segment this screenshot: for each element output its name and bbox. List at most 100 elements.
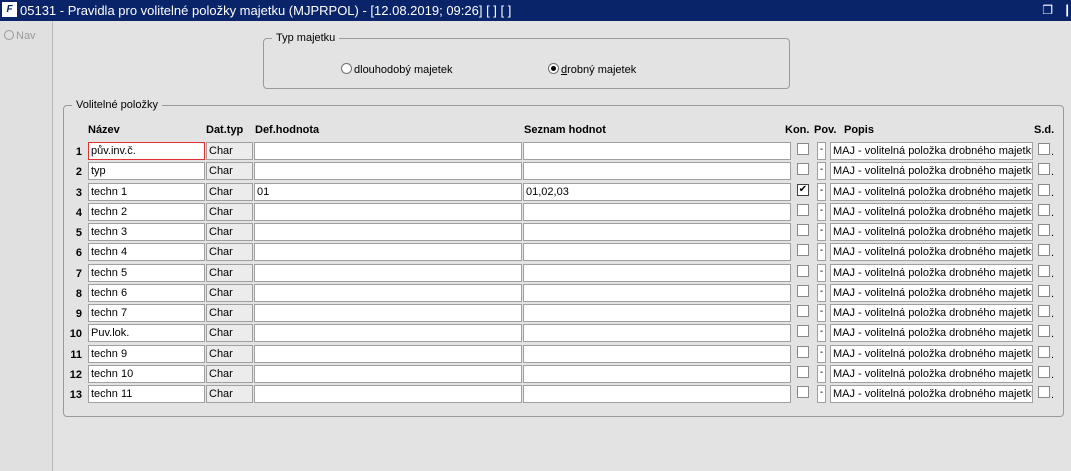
pov-field[interactable]: - — [817, 324, 826, 342]
dattyp-field[interactable]: Char — [206, 243, 253, 261]
sd-checkbox[interactable] — [1038, 325, 1050, 337]
seznam-hodnot-field[interactable] — [523, 142, 791, 160]
defhodnota-field[interactable] — [254, 365, 522, 383]
close-window-icon[interactable]: | — [1065, 2, 1069, 17]
nazev-field[interactable]: Puv.lok. — [88, 324, 205, 342]
defhodnota-field[interactable] — [254, 385, 522, 403]
pov-field[interactable]: - — [817, 345, 826, 363]
pov-field[interactable]: - — [817, 162, 826, 180]
kon-checkbox[interactable] — [797, 143, 809, 155]
kon-checkbox[interactable] — [797, 244, 809, 256]
popis-field[interactable]: MAJ - volitelná položka drobného majetku — [830, 345, 1033, 363]
sd-checkbox[interactable] — [1038, 143, 1050, 155]
dattyp-field[interactable]: Char — [206, 264, 253, 282]
nazev-field[interactable]: techn 1 — [88, 183, 205, 201]
sd-checkbox[interactable] — [1038, 224, 1050, 236]
nazev-field[interactable]: techn 5 — [88, 264, 205, 282]
sd-checkbox[interactable] — [1038, 285, 1050, 297]
kon-checkbox[interactable] — [797, 386, 809, 398]
seznam-hodnot-field[interactable]: 01,02,03 — [523, 183, 791, 201]
dattyp-field[interactable]: Char — [206, 345, 253, 363]
dattyp-field[interactable]: Char — [206, 284, 253, 302]
nazev-field[interactable]: techn 2 — [88, 203, 205, 221]
defhodnota-field[interactable] — [254, 243, 522, 261]
sd-checkbox[interactable] — [1038, 386, 1050, 398]
defhodnota-field[interactable] — [254, 223, 522, 241]
popis-field[interactable]: MAJ - volitelná položka drobného majetku — [830, 243, 1033, 261]
popis-field[interactable]: MAJ - volitelná položka drobného majetku — [830, 203, 1033, 221]
pov-field[interactable]: - — [817, 385, 826, 403]
popis-field[interactable]: MAJ - volitelná položka drobného majetku — [830, 385, 1033, 403]
nazev-field[interactable]: techn 9 — [88, 345, 205, 363]
defhodnota-field[interactable] — [254, 162, 522, 180]
dattyp-field[interactable]: Char — [206, 385, 253, 403]
seznam-hodnot-field[interactable] — [523, 385, 791, 403]
sd-checkbox[interactable] — [1038, 163, 1050, 175]
dattyp-field[interactable]: Char — [206, 223, 253, 241]
defhodnota-field[interactable] — [254, 264, 522, 282]
dattyp-field[interactable]: Char — [206, 142, 253, 160]
defhodnota-field[interactable]: 01 — [254, 183, 522, 201]
popis-field[interactable]: MAJ - volitelná položka drobného majetku — [830, 324, 1033, 342]
seznam-hodnot-field[interactable] — [523, 304, 791, 322]
sd-checkbox[interactable] — [1038, 204, 1050, 216]
pov-field[interactable]: - — [817, 243, 826, 261]
kon-checkbox[interactable] — [797, 346, 809, 358]
popis-field[interactable]: MAJ - volitelná položka drobného majetku — [830, 304, 1033, 322]
defhodnota-field[interactable] — [254, 142, 522, 160]
pov-field[interactable]: - — [817, 365, 826, 383]
sd-checkbox[interactable] — [1038, 346, 1050, 358]
nazev-field[interactable]: pův.inv.č. — [88, 142, 205, 160]
sd-checkbox[interactable] — [1038, 244, 1050, 256]
kon-checkbox[interactable] — [797, 366, 809, 378]
seznam-hodnot-field[interactable] — [523, 203, 791, 221]
seznam-hodnot-field[interactable] — [523, 223, 791, 241]
pov-field[interactable]: - — [817, 284, 826, 302]
nazev-field[interactable]: typ — [88, 162, 205, 180]
dattyp-field[interactable]: Char — [206, 162, 253, 180]
radio-drobny[interactable]: drobný majetek — [548, 63, 636, 76]
pov-field[interactable]: - — [817, 203, 826, 221]
kon-checkbox[interactable] — [797, 305, 809, 317]
defhodnota-field[interactable] — [254, 345, 522, 363]
restore-window-icon[interactable]: ❐ — [1042, 3, 1053, 17]
nazev-field[interactable]: techn 7 — [88, 304, 205, 322]
pov-field[interactable]: - — [817, 183, 826, 201]
nazev-field[interactable]: techn 6 — [88, 284, 205, 302]
sd-checkbox[interactable] — [1038, 305, 1050, 317]
defhodnota-field[interactable] — [254, 324, 522, 342]
nazev-field[interactable]: techn 10 — [88, 365, 205, 383]
kon-checkbox[interactable] — [797, 265, 809, 277]
pov-field[interactable]: - — [817, 264, 826, 282]
kon-checkbox[interactable] — [797, 285, 809, 297]
seznam-hodnot-field[interactable] — [523, 243, 791, 261]
dattyp-field[interactable]: Char — [206, 203, 253, 221]
defhodnota-field[interactable] — [254, 304, 522, 322]
pov-field[interactable]: - — [817, 142, 826, 160]
dattyp-field[interactable]: Char — [206, 304, 253, 322]
nazev-field[interactable]: techn 11 — [88, 385, 205, 403]
defhodnota-field[interactable] — [254, 284, 522, 302]
nazev-field[interactable]: techn 4 — [88, 243, 205, 261]
popis-field[interactable]: MAJ - volitelná položka drobného majetku — [830, 223, 1033, 241]
seznam-hodnot-field[interactable] — [523, 365, 791, 383]
nazev-field[interactable]: techn 3 — [88, 223, 205, 241]
pov-field[interactable]: - — [817, 223, 826, 241]
seznam-hodnot-field[interactable] — [523, 264, 791, 282]
popis-field[interactable]: MAJ - volitelná položka drobného majetku — [830, 284, 1033, 302]
kon-checkbox[interactable] — [797, 204, 809, 216]
radio-dlouhodoby[interactable]: dlouhodobý majetek — [341, 63, 452, 76]
popis-field[interactable]: MAJ - volitelná položka drobného majetku — [830, 264, 1033, 282]
defhodnota-field[interactable] — [254, 203, 522, 221]
kon-checkbox[interactable] — [797, 325, 809, 337]
nav-radio[interactable]: Nav — [4, 30, 36, 42]
popis-field[interactable]: MAJ - volitelná položka drobného majetku — [830, 142, 1033, 160]
sd-checkbox[interactable] — [1038, 184, 1050, 196]
seznam-hodnot-field[interactable] — [523, 162, 791, 180]
seznam-hodnot-field[interactable] — [523, 345, 791, 363]
dattyp-field[interactable]: Char — [206, 324, 253, 342]
popis-field[interactable]: MAJ - volitelná položka drobného majetku — [830, 183, 1033, 201]
sd-checkbox[interactable] — [1038, 265, 1050, 277]
kon-checkbox[interactable]: ✔ — [797, 184, 809, 196]
dattyp-field[interactable]: Char — [206, 183, 253, 201]
